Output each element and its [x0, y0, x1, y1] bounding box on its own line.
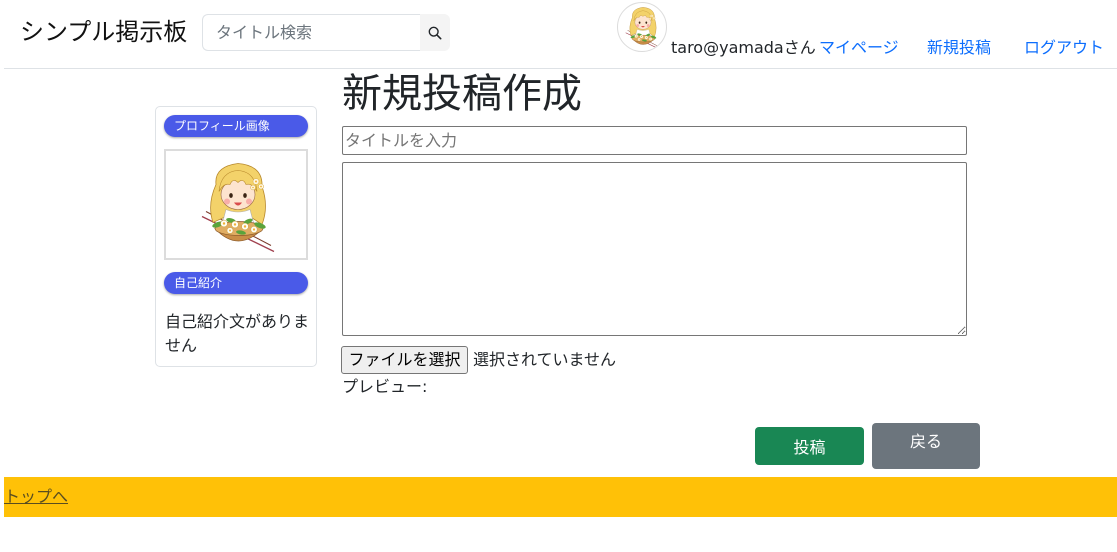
back-button[interactable]: 戻る [872, 423, 980, 469]
body-textarea[interactable] [342, 162, 967, 336]
title-input[interactable] [342, 126, 967, 155]
avatar-image [618, 3, 666, 51]
footer: トップへ [4, 477, 1117, 517]
top-link[interactable]: トップへ [4, 485, 68, 509]
page-title: 新規投稿作成 [342, 71, 582, 117]
nav-mypage-link[interactable]: マイページ [819, 36, 899, 60]
search-icon [428, 26, 442, 39]
profile-illustration [186, 152, 286, 257]
search-input[interactable] [202, 14, 420, 51]
profile-card: プロフィール画像 自己紹介 自己紹介文がありません [155, 106, 317, 367]
nav-new-post-link[interactable]: 新規投稿 [927, 36, 991, 60]
preview-label: プレビュー: [342, 377, 428, 396]
profile-image-badge: プロフィール画像 [164, 115, 308, 137]
nav-logout-link[interactable]: ログアウト [1024, 36, 1104, 60]
file-select-button[interactable]: ファイルを選択 [341, 346, 468, 374]
submit-button[interactable]: 投稿 [755, 427, 864, 465]
search-button[interactable] [420, 14, 450, 51]
brand-link[interactable]: シンプル掲示板 [20, 14, 187, 50]
user-name: taro@yamadaさん [671, 38, 816, 57]
file-status: 選択されていません [473, 350, 617, 369]
profile-image [164, 149, 308, 260]
avatar [617, 2, 667, 52]
intro-badge: 自己紹介 [164, 272, 308, 294]
intro-text: 自己紹介文がありません [165, 312, 310, 355]
header-divider [4, 68, 1117, 69]
